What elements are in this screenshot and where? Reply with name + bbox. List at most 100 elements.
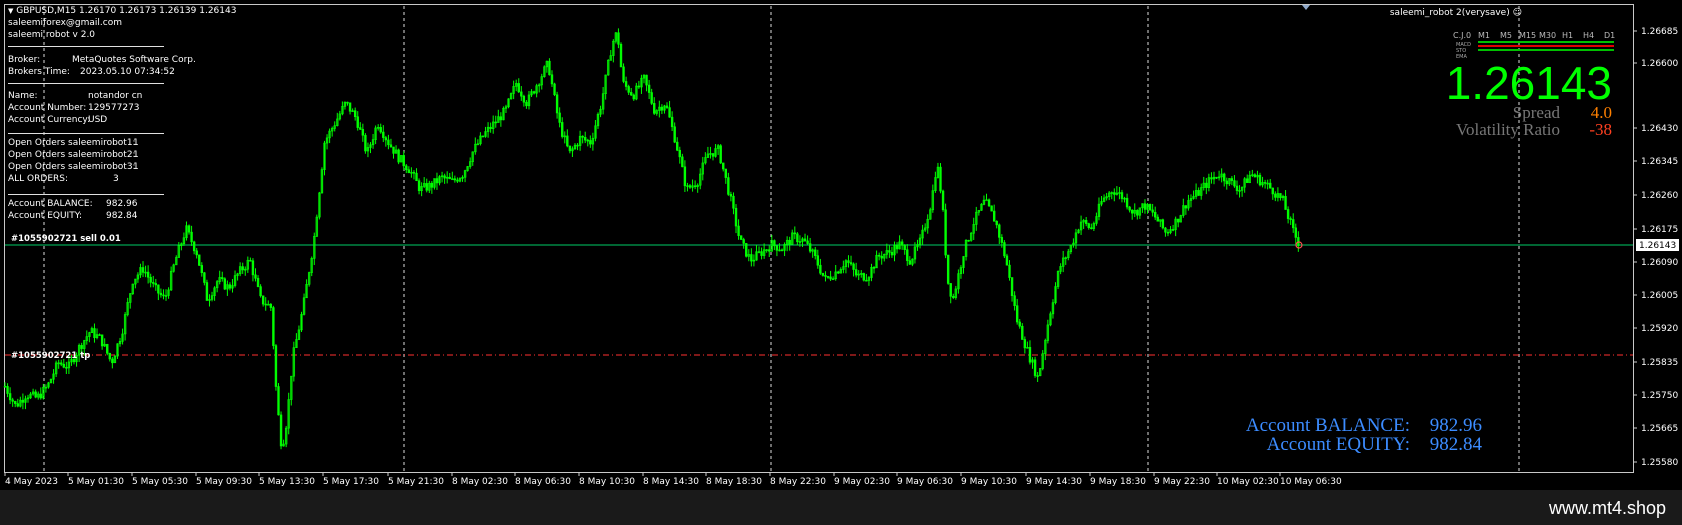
candle-body [627, 86, 630, 93]
account-number-value: 129577273 [88, 103, 140, 113]
candle-body [775, 245, 779, 251]
candle-body [489, 126, 492, 129]
bottom-balance-label: Account BALANCE: [1245, 415, 1410, 436]
candle-body [415, 172, 418, 182]
balance-label: Account BALANCE: [8, 199, 93, 209]
candle-body [249, 259, 252, 262]
candle-body [402, 155, 405, 167]
candle-body [1156, 216, 1159, 222]
candle-body [829, 276, 832, 280]
candle-body [760, 251, 763, 256]
ea-title: saleemi_robot 2(verysave) ☺ [1390, 8, 1522, 19]
candle-body [1235, 185, 1239, 191]
candle-body [745, 243, 748, 257]
candle-body [353, 110, 357, 118]
candle-body [1161, 219, 1165, 229]
candle-body [581, 135, 584, 138]
tp-order-label[interactable]: #1055902721 tp [11, 351, 90, 362]
chevron-down-icon[interactable]: ▼ [8, 7, 13, 15]
ea-title-text: saleemi_robot 2(verysave) [1389, 8, 1510, 18]
candle-body [1128, 206, 1131, 211]
candle-body [724, 168, 727, 178]
version-text: saleemi robot v 2.0 [8, 30, 96, 40]
price-axis-label: 1.26260 [1641, 191, 1678, 201]
candle-body [453, 178, 457, 181]
candle-body [1269, 182, 1272, 189]
candle-body [619, 43, 623, 68]
candle-body [1013, 295, 1016, 306]
candle-body [205, 282, 209, 301]
candle-body [397, 149, 400, 163]
candle-body [1215, 176, 1218, 179]
candle-body [668, 107, 671, 118]
name-label: Name: [8, 91, 38, 101]
candle-body [382, 131, 385, 138]
candle-body [21, 399, 25, 403]
candle-body [517, 83, 520, 93]
spread-label: Spread [1512, 103, 1560, 122]
candle-body [803, 238, 807, 242]
order-row-label: Open Orders saleemirobot3: [8, 162, 136, 172]
candle-body [111, 358, 114, 364]
timeframe-label: H4 [1583, 31, 1594, 40]
sell-order-label[interactable]: #1055902721 sell 0.01 [11, 234, 121, 245]
candle-body [900, 241, 904, 246]
candle-body [816, 255, 820, 266]
candle-body [1210, 177, 1213, 180]
price-axis-label: 1.26175 [1641, 225, 1678, 235]
candle-body [1130, 209, 1134, 214]
account-currency-value: USD [88, 115, 108, 125]
candle-body [732, 195, 735, 209]
time-axis-label: 5 May 05:30 [132, 477, 188, 487]
candle-body [1036, 375, 1039, 377]
divider [8, 83, 164, 84]
candle-body [880, 255, 883, 259]
candle-body [660, 106, 664, 111]
candle-body [617, 32, 620, 45]
candle-body [1258, 174, 1262, 186]
chart-window[interactable]: 1.26685 1.26600 1.26430 1.26345 1.26260 1.261… [0, 0, 1682, 490]
candle-body [995, 220, 998, 226]
candle-body [1233, 180, 1236, 187]
order-row-value: 1 [133, 162, 139, 172]
candle-body [1164, 227, 1167, 233]
candle-body [906, 249, 909, 261]
candle-body [673, 126, 676, 143]
candle-body [200, 265, 204, 274]
volatility-label: Volatility Ratio [1455, 120, 1560, 139]
candle-body [888, 250, 891, 253]
candle-body [793, 232, 797, 235]
candle-body [379, 127, 382, 133]
candle-body [814, 249, 817, 256]
candle-body [944, 209, 947, 256]
email-text: saleemiforex@gmail.com [8, 18, 123, 28]
candle-body [98, 334, 101, 336]
candle-body [750, 254, 753, 262]
candle-body [568, 145, 572, 152]
candle-body [277, 386, 280, 416]
divider [8, 46, 164, 47]
candle-body [647, 84, 651, 93]
price-axis-label: 1.25665 [1641, 424, 1678, 434]
smiley-icon[interactable]: ☺ [1513, 8, 1522, 18]
candle-body [412, 171, 416, 174]
candle-body [561, 122, 564, 137]
candle-body [865, 279, 868, 282]
candle-body [768, 249, 771, 252]
balance-value: 982.96 [106, 199, 138, 209]
candle-body [719, 145, 722, 164]
equity-label: Account EQUITY: [8, 211, 83, 221]
candle-body [808, 243, 812, 252]
candle-body [637, 85, 641, 88]
candle-body [1023, 339, 1027, 349]
candle-body [162, 294, 165, 297]
candle-body [1263, 182, 1267, 184]
bottom-equity-value: 982.84 [1429, 434, 1482, 455]
candle-body [630, 92, 633, 96]
candle-body [683, 166, 687, 187]
candle-body [985, 199, 988, 202]
divider [8, 194, 164, 195]
symbol-line: GBPUSD,M15 1.26170 1.26173 1.26139 1.261… [16, 6, 237, 16]
candle-body [1253, 174, 1257, 178]
candle-body [6, 386, 9, 394]
